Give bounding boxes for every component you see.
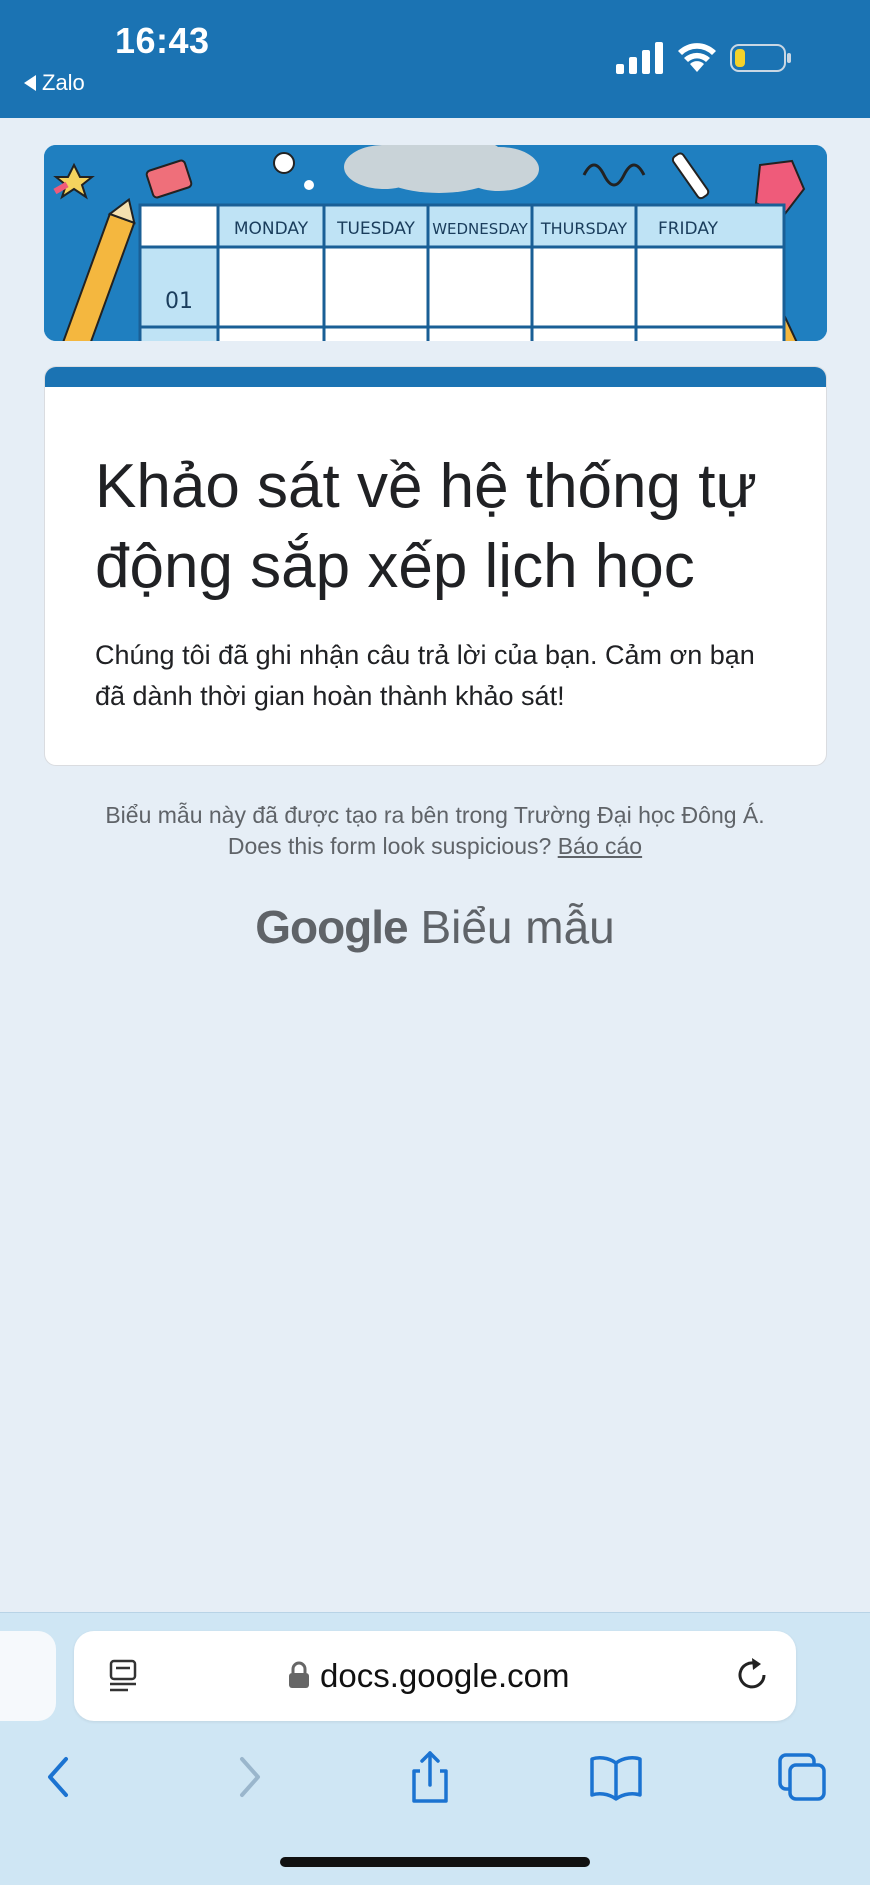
card-accent-bar bbox=[45, 367, 826, 387]
confirmation-message: Chúng tôi đã ghi nhận câu trả lời của bạ… bbox=[95, 640, 755, 711]
banner-day-tuesday: TUESDAY bbox=[336, 219, 415, 239]
wifi-icon bbox=[678, 43, 716, 72]
back-app-label: Zalo bbox=[42, 70, 85, 95]
banner-day-monday: MONDAY bbox=[234, 219, 309, 239]
form-header-banner: MONDAY TUESDAY WEDNESDAY THURSDAY FRIDAY… bbox=[44, 145, 827, 341]
suspicious-line: Does this form look suspicious? Báo cáo bbox=[0, 831, 870, 862]
book-icon[interactable] bbox=[586, 1747, 646, 1807]
back-to-app-link[interactable]: Zalo bbox=[24, 70, 85, 96]
lock-icon bbox=[289, 1661, 309, 1688]
battery-icon bbox=[730, 44, 791, 72]
browser-toolbar: docs.google.com bbox=[0, 1612, 870, 1885]
google-forms-logo[interactable]: Google Biểu mẫu bbox=[0, 900, 870, 954]
address-bar[interactable]: docs.google.com bbox=[74, 1631, 796, 1721]
share-icon[interactable] bbox=[400, 1747, 460, 1807]
form-title: Khảo sát về hệ thống tự động sắp xếp lịc… bbox=[95, 452, 757, 601]
status-bar: 16:43 Zalo bbox=[0, 0, 870, 118]
reader-mode-icon[interactable] bbox=[108, 1659, 140, 1693]
back-triangle-icon bbox=[24, 75, 36, 91]
tabs-icon[interactable] bbox=[772, 1747, 832, 1807]
reload-icon[interactable] bbox=[734, 1657, 770, 1693]
previous-tab-preview[interactable] bbox=[0, 1631, 56, 1721]
chevron-left-icon[interactable] bbox=[30, 1747, 90, 1807]
timetable-illustration: MONDAY TUESDAY WEDNESDAY THURSDAY FRIDAY… bbox=[44, 145, 827, 341]
banner-day-thursday: THURSDAY bbox=[540, 219, 628, 238]
brand-google: Google bbox=[255, 901, 408, 953]
home-indicator[interactable] bbox=[280, 1857, 590, 1867]
url-text: docs.google.com bbox=[320, 1657, 570, 1694]
status-time: 16:43 bbox=[115, 20, 210, 61]
banner-day-friday: FRIDAY bbox=[658, 219, 719, 239]
chevron-right-icon[interactable] bbox=[218, 1747, 278, 1807]
report-link[interactable]: Báo cáo bbox=[558, 833, 642, 859]
form-response-card: Khảo sát về hệ thống tự động sắp xếp lịc… bbox=[44, 366, 827, 766]
suspicious-text: Does this form look suspicious? bbox=[227, 833, 552, 859]
cellular-signal-icon bbox=[616, 42, 663, 74]
brand-forms: Biểu mẫu bbox=[420, 901, 615, 953]
form-footer: Biểu mẫu này đã được tạo ra bên trong Tr… bbox=[0, 800, 870, 862]
banner-row-label: 01 bbox=[165, 289, 193, 314]
banner-day-wednesday: WEDNESDAY bbox=[432, 220, 528, 238]
created-in-text: Biểu mẫu này đã được tạo ra bên trong Tr… bbox=[105, 802, 765, 828]
